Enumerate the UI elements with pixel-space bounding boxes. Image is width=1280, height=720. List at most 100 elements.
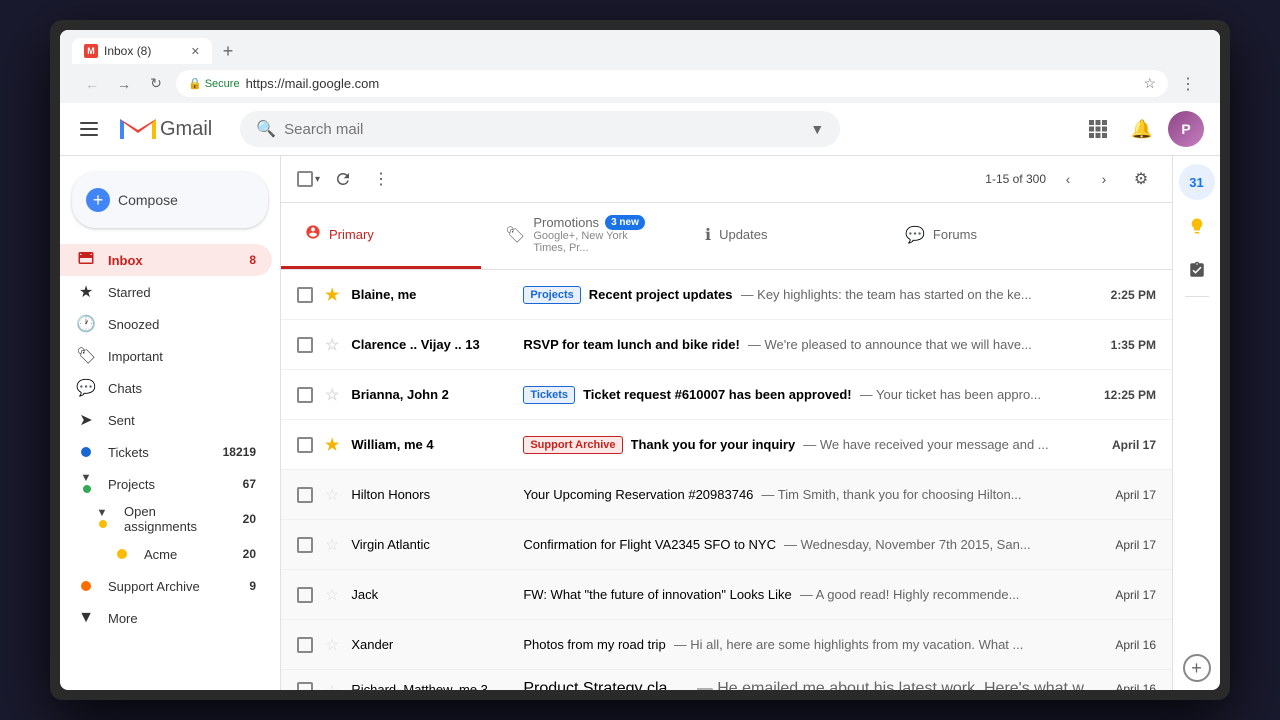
table-row[interactable]: ★ Blaine, me Projects Recent project upd…: [281, 270, 1172, 320]
star-toggle[interactable]: ☆: [325, 385, 339, 405]
notifications-button[interactable]: 🔔: [1124, 111, 1160, 147]
table-row[interactable]: ☆ Xander Photos from my road trip — Hi a…: [281, 620, 1172, 670]
bookmark-icon[interactable]: ☆: [1143, 75, 1156, 92]
email-content: Support Archive Thank you for your inqui…: [523, 436, 1100, 454]
apps-button[interactable]: [1080, 111, 1116, 147]
table-row[interactable]: ☆ Virgin Atlantic Confirmation for Fligh…: [281, 520, 1172, 570]
email-preview: — Your ticket has been appro...: [860, 387, 1041, 402]
tab-promotions[interactable]: 🏷 Promotions 3 new Google+, New York Tim…: [481, 203, 681, 269]
important-label: Important: [108, 349, 256, 364]
email-content: Confirmation for Flight VA2345 SFO to NY…: [523, 537, 1103, 552]
star-toggle[interactable]: ★: [325, 285, 339, 305]
settings-button[interactable]: ⚙: [1126, 164, 1156, 194]
back-button[interactable]: ←: [80, 72, 104, 96]
primary-tab-label: Primary: [329, 227, 374, 242]
email-subject: FW: What "the future of innovation" Look…: [523, 587, 791, 602]
refresh-button[interactable]: ↻: [144, 72, 168, 96]
new-tab-button[interactable]: +: [216, 39, 240, 63]
sidebar-item-open-assignments[interactable]: ▼ Open assignments 20: [60, 500, 272, 538]
email-label: Projects: [523, 286, 580, 304]
more-expand-icon: ▼: [76, 609, 96, 627]
email-content: Tickets Ticket request #610007 has been …: [523, 386, 1092, 404]
email-subject: Thank you for your inquiry: [631, 437, 796, 452]
tab-bar: M Inbox (8) ✕ +: [72, 38, 1208, 64]
search-input[interactable]: [284, 121, 802, 138]
keep-panel-button[interactable]: [1179, 208, 1215, 244]
prev-page-button[interactable]: ‹: [1054, 165, 1082, 193]
table-row[interactable]: ☆ Jack FW: What "the future of innovatio…: [281, 570, 1172, 620]
sidebar-item-snoozed[interactable]: 🕐 Snoozed: [60, 308, 272, 340]
extensions-button[interactable]: ⋮: [1176, 72, 1200, 96]
tab-close-button[interactable]: ✕: [191, 45, 200, 58]
row-checkbox[interactable]: [297, 387, 313, 403]
add-panel-button[interactable]: +: [1183, 654, 1211, 682]
compose-plus-icon: +: [86, 188, 110, 212]
sidebar-item-projects[interactable]: ▼ Projects 67: [60, 468, 272, 500]
select-all-checkbox[interactable]: [297, 171, 313, 187]
row-checkbox[interactable]: [297, 587, 313, 603]
more-options-button[interactable]: ⋮: [366, 164, 396, 194]
table-row[interactable]: ☆ Brianna, John 2 Tickets Ticket request…: [281, 370, 1172, 420]
hamburger-menu-button[interactable]: [76, 113, 108, 145]
sidebar-item-support-archive[interactable]: Support Archive 9: [60, 570, 272, 602]
sidebar-item-starred[interactable]: ★ Starred: [60, 276, 272, 308]
email-preview: — Hi all, here are some highlights from …: [674, 637, 1024, 652]
select-all-area[interactable]: ▾: [297, 171, 320, 187]
header-actions: 🔔 P: [1080, 111, 1204, 147]
email-content: Your Upcoming Reservation #20983746 — Ti…: [523, 487, 1103, 502]
forums-tab-label: Forums: [933, 227, 977, 242]
table-row[interactable]: ☆ Clarence .. Vijay .. 13 RSVP for team …: [281, 320, 1172, 370]
row-checkbox[interactable]: [297, 682, 313, 690]
table-row[interactable]: ☆ Hilton Honors Your Upcoming Reservatio…: [281, 470, 1172, 520]
tasks-panel-button[interactable]: [1179, 252, 1215, 288]
panel-separator: [1185, 296, 1209, 297]
row-checkbox[interactable]: [297, 287, 313, 303]
inbox-label: Inbox: [108, 253, 237, 268]
lock-icon: 🔒: [188, 77, 202, 90]
compose-button[interactable]: + Compose: [72, 172, 268, 228]
open-assignments-count: 20: [243, 512, 256, 526]
promotions-tab-label: Promotions: [533, 215, 599, 230]
star-toggle[interactable]: ☆: [325, 335, 339, 355]
table-row[interactable]: ★ William, me 4 Support Archive Thank yo…: [281, 420, 1172, 470]
star-toggle[interactable]: ☆: [325, 585, 339, 605]
sidebar-item-chats[interactable]: 💬 Chats: [60, 372, 272, 404]
row-checkbox[interactable]: [297, 437, 313, 453]
star-toggle[interactable]: ★: [325, 435, 339, 455]
refresh-emails-button[interactable]: [328, 164, 358, 194]
address-input[interactable]: 🔒 Secure https://mail.google.com ☆: [176, 70, 1168, 97]
promotions-badge: 3 new: [605, 215, 645, 230]
sidebar-item-sent[interactable]: ➤ Sent: [60, 404, 272, 436]
calendar-panel-button[interactable]: 31: [1179, 164, 1215, 200]
tickets-count: 18219: [223, 445, 256, 459]
star-toggle[interactable]: ☆: [325, 535, 339, 555]
row-checkbox[interactable]: [297, 337, 313, 353]
browser-tab[interactable]: M Inbox (8) ✕: [72, 38, 212, 64]
tab-updates[interactable]: ℹ Updates: [681, 203, 881, 269]
row-checkbox[interactable]: [297, 487, 313, 503]
star-toggle[interactable]: ☆: [325, 485, 339, 505]
sidebar-item-acme[interactable]: Acme 20: [60, 538, 272, 570]
row-checkbox[interactable]: [297, 637, 313, 653]
acme-label: Acme: [144, 547, 231, 562]
sidebar-item-tickets[interactable]: Tickets 18219: [60, 436, 272, 468]
avatar[interactable]: P: [1168, 111, 1204, 147]
row-checkbox[interactable]: [297, 537, 313, 553]
tab-primary[interactable]: Primary: [281, 203, 481, 269]
sent-icon: ➤: [76, 410, 96, 430]
promotions-tab-sub: Google+, New York Times, Pr...: [533, 230, 657, 254]
star-toggle[interactable]: ☆: [325, 635, 339, 655]
sidebar-item-important[interactable]: 🏷 Important: [60, 340, 272, 372]
tab-forums[interactable]: 💬 Forums: [881, 203, 1081, 269]
table-row[interactable]: ☆ Richard, Matthew, me 3 Product Strateg…: [281, 670, 1172, 690]
search-bar[interactable]: 🔍 ▼: [240, 111, 840, 147]
next-page-button[interactable]: ›: [1090, 165, 1118, 193]
search-expand-icon[interactable]: ▼: [810, 121, 824, 137]
star-toggle[interactable]: ☆: [325, 682, 339, 690]
forward-button[interactable]: →: [112, 72, 136, 96]
select-dropdown-icon[interactable]: ▾: [315, 174, 320, 185]
sidebar-item-more[interactable]: ▼ More: [60, 602, 272, 634]
email-content: RSVP for team lunch and bike ride! — We'…: [523, 337, 1098, 352]
sidebar-item-inbox[interactable]: Inbox 8: [60, 244, 272, 276]
email-time: 2:25 PM: [1111, 288, 1156, 302]
